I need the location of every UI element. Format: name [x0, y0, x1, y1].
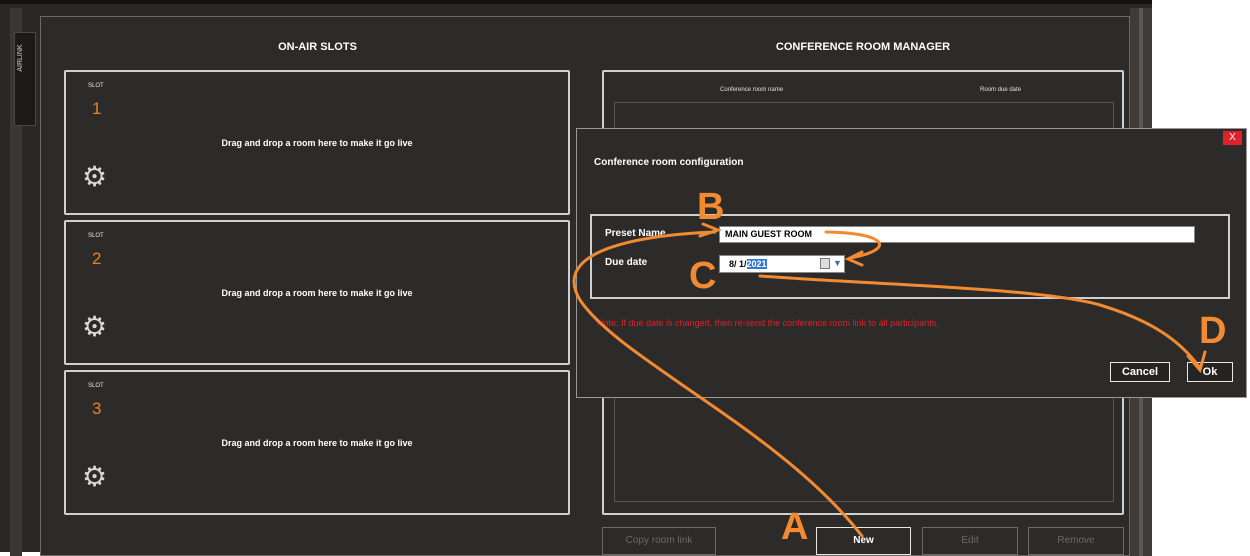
- arrow-b-to-c: [824, 230, 882, 260]
- annotation-label-d: D: [1199, 310, 1227, 352]
- arrow-a-to-b: [572, 230, 864, 538]
- annotation-label-c: C: [689, 255, 717, 297]
- annotation-label-b: B: [697, 186, 725, 228]
- arrow-c-to-d: [758, 274, 1202, 370]
- annotation-label-a: A: [781, 506, 809, 548]
- annotation-arrows: [572, 222, 1207, 538]
